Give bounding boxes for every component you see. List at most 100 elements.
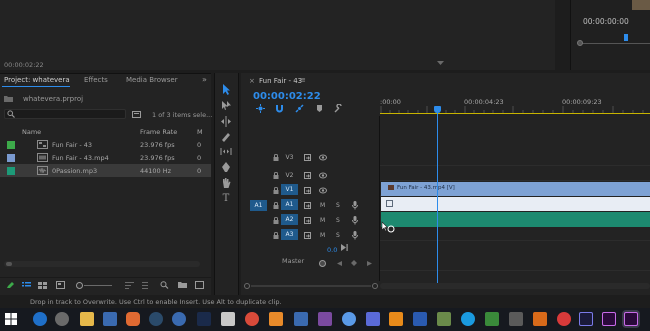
lock-icon[interactable]: [273, 202, 279, 209]
track-target-a2[interactable]: A2: [281, 214, 298, 225]
track-target-a1[interactable]: A1: [281, 199, 298, 210]
mute-button[interactable]: M: [320, 217, 325, 224]
column-header-m[interactable]: M: [197, 128, 203, 136]
menu-icon[interactable]: ≡: [300, 76, 306, 84]
nest-icon[interactable]: [256, 104, 265, 113]
lock-icon[interactable]: [273, 172, 279, 179]
label-color-swatch[interactable]: [7, 141, 15, 149]
ae-icon[interactable]: [579, 312, 593, 326]
sync-lock-icon[interactable]: [304, 217, 312, 224]
nvidia-icon[interactable]: [485, 312, 499, 326]
program-scrubber-handle[interactable]: [577, 40, 583, 46]
track-header-scrollbar[interactable]: [243, 283, 379, 289]
timeline-scrollbar[interactable]: [380, 283, 650, 289]
selection-tool-icon[interactable]: [220, 84, 232, 95]
windows-start-icon[interactable]: [5, 313, 17, 325]
sync-lock-icon[interactable]: [304, 232, 312, 239]
playhead-line[interactable]: [437, 112, 438, 284]
word-icon[interactable]: [413, 312, 427, 326]
project-item-row[interactable]: Fun Fair - 43 23.976 fps 0: [0, 138, 211, 151]
next-keyframe-icon[interactable]: [367, 261, 372, 266]
mute-button[interactable]: M: [320, 232, 325, 239]
sort-icon[interactable]: [125, 281, 134, 289]
explorer-icon[interactable]: [80, 312, 94, 326]
solo-button[interactable]: S: [336, 232, 340, 239]
eye-icon[interactable]: [319, 187, 327, 194]
camera-icon[interactable]: [509, 312, 523, 326]
project-item-row[interactable]: Fun Fair - 43.mp4 23.976 fps 0: [0, 151, 211, 164]
calculator-icon[interactable]: [221, 312, 235, 326]
microphone-icon[interactable]: [351, 201, 359, 210]
ae2-icon[interactable]: [602, 312, 616, 326]
icon-view-icon[interactable]: [38, 281, 47, 289]
tab-project[interactable]: Project: whatevera: [4, 76, 70, 84]
vlc-icon[interactable]: [389, 312, 403, 326]
store-icon[interactable]: [103, 312, 117, 326]
label-color-swatch[interactable]: [7, 167, 15, 175]
steam-icon[interactable]: [149, 312, 163, 326]
automate-icon[interactable]: [142, 281, 151, 289]
eye-icon[interactable]: [319, 172, 327, 179]
add-keyframe-icon[interactable]: [351, 260, 357, 266]
app-icon[interactable]: [269, 312, 283, 326]
discord-icon[interactable]: [366, 312, 380, 326]
list-view-icon[interactable]: [22, 281, 31, 289]
sync-lock-icon[interactable]: [304, 154, 312, 161]
marker-icon[interactable]: [315, 104, 324, 113]
source-patch-a1[interactable]: A1: [250, 200, 267, 211]
program-scrubber[interactable]: [580, 43, 650, 44]
project-scrollbar-thumb[interactable]: [6, 262, 12, 266]
hand-tool-icon[interactable]: [220, 178, 232, 189]
find-icon[interactable]: [160, 281, 169, 289]
ripple-edit-tool-icon[interactable]: [220, 116, 232, 127]
work-area-bar[interactable]: [380, 113, 650, 114]
eye-icon[interactable]: [319, 154, 327, 161]
notes-icon[interactable]: [318, 312, 332, 326]
type-tool-icon[interactable]: T: [220, 193, 232, 204]
solo-button[interactable]: S: [336, 217, 340, 224]
ru-icon[interactable]: [557, 312, 571, 326]
solo-button[interactable]: S: [336, 202, 340, 209]
slip-tool-icon[interactable]: [220, 146, 232, 157]
sync-lock-icon[interactable]: [304, 202, 312, 209]
zoom-slider[interactable]: [84, 285, 112, 286]
track-target-a3[interactable]: A3: [281, 229, 298, 240]
project-scrollbar[interactable]: [4, 261, 200, 267]
sync-lock-icon[interactable]: [304, 187, 312, 194]
chevron-down-icon[interactable]: [437, 60, 444, 66]
zoom-slider-handle[interactable]: [76, 282, 83, 289]
close-icon[interactable]: ×: [249, 77, 255, 85]
razor-tool-icon[interactable]: [220, 131, 232, 142]
wrench-icon[interactable]: [334, 104, 343, 113]
new-bin-icon[interactable]: [132, 110, 141, 118]
master-volume-value[interactable]: 0.0: [327, 246, 337, 254]
lock-icon[interactable]: [273, 217, 279, 224]
chat-icon[interactable]: [294, 312, 308, 326]
go-to-end-icon[interactable]: [341, 244, 348, 251]
prev-keyframe-icon[interactable]: [337, 261, 342, 266]
new-item-icon[interactable]: [195, 281, 204, 289]
chrome2-icon[interactable]: [245, 312, 259, 326]
program-playhead[interactable]: [624, 34, 628, 41]
program-timecode[interactable]: 00:00:00:00: [583, 17, 629, 26]
linked-selection-icon[interactable]: [295, 104, 304, 113]
mute-button[interactable]: M: [320, 202, 325, 209]
column-header-name[interactable]: Name: [22, 128, 41, 136]
track-select-tool-icon[interactable]: [220, 100, 232, 111]
edge-icon[interactable]: [33, 312, 47, 326]
lock-icon[interactable]: [273, 187, 279, 194]
freeform-view-icon[interactable]: [56, 281, 65, 289]
media-icon[interactable]: [342, 312, 356, 326]
sync-lock-icon[interactable]: [304, 172, 312, 179]
microphone-icon[interactable]: [351, 216, 359, 225]
label-color-swatch[interactable]: [7, 154, 15, 162]
tab-media-browser[interactable]: Media Browser: [126, 76, 178, 84]
sequence-tab[interactable]: Fun Fair - 43: [259, 77, 302, 85]
pr-icon[interactable]: [624, 312, 638, 326]
ai-icon[interactable]: [533, 312, 547, 326]
panel-overflow-icon[interactable]: »: [202, 75, 207, 84]
track-lane-v3[interactable]: [380, 151, 650, 166]
brave-icon[interactable]: [126, 312, 140, 326]
snap-icon[interactable]: [275, 104, 284, 113]
tab-effects[interactable]: Effects: [84, 76, 108, 84]
